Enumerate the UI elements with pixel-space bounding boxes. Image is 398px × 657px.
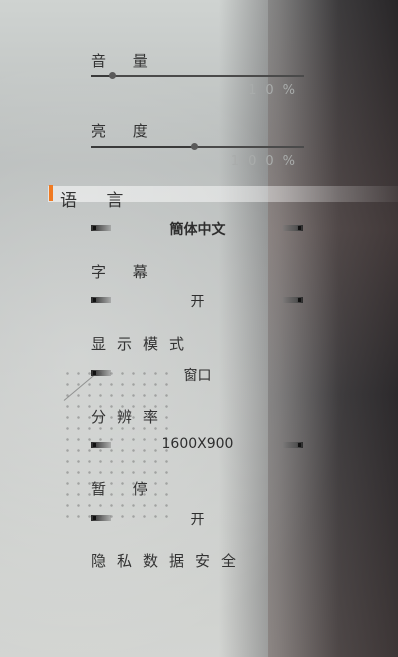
display-mode-prev-arrow-icon[interactable]: [91, 370, 111, 376]
pause-prev-arrow-icon[interactable]: [91, 515, 111, 521]
privacy-data-security-item[interactable]: 隐私数据安全: [91, 550, 247, 571]
volume-percent: 10%: [248, 83, 304, 98]
display-mode-label: 显示模式: [91, 335, 196, 353]
subtitles-value: 开: [190, 294, 205, 310]
language-next-arrow-icon[interactable]: [283, 225, 303, 231]
resolution-value: 1600X900: [161, 436, 234, 452]
brightness-slider[interactable]: [91, 143, 304, 150]
brightness-slider-knob[interactable]: [191, 143, 199, 150]
pause-label: 暂 停: [91, 480, 159, 498]
subtitles-label: 字 幕: [91, 263, 159, 281]
language-prev-arrow-icon[interactable]: [91, 225, 111, 231]
decorative-line: [63, 373, 97, 401]
volume-slider[interactable]: [91, 72, 304, 79]
volume-slider-knob[interactable]: [109, 72, 117, 79]
brightness-label: 亮 度: [91, 122, 159, 140]
language-value: 簡体中文: [169, 222, 226, 238]
background-blur-right: [268, 0, 398, 657]
subtitles-prev-arrow-icon[interactable]: [91, 297, 111, 303]
volume-label: 音 量: [91, 52, 159, 70]
selection-accent-marker: [49, 185, 53, 201]
brightness-slider-fill: [91, 146, 195, 148]
brightness-percent: 100%: [230, 154, 304, 169]
resolution-prev-arrow-icon[interactable]: [91, 442, 111, 448]
subtitles-next-arrow-icon[interactable]: [283, 297, 303, 303]
language-label: 语 言: [60, 191, 136, 211]
resolution-label: 分辨率: [91, 408, 170, 426]
resolution-next-arrow-icon[interactable]: [283, 442, 303, 448]
pause-value: 开: [190, 512, 205, 528]
display-mode-value: 窗口: [183, 368, 212, 384]
